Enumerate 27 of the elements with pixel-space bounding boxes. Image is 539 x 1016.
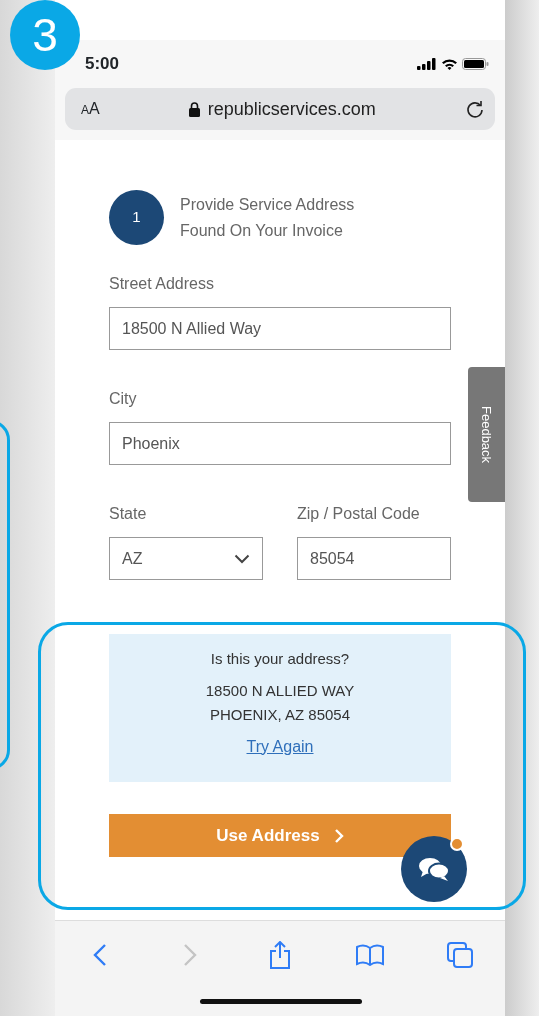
confirmation-question: Is this your address? <box>209 649 351 669</box>
step-title: Provide Service Address Found On Your Invoice <box>180 194 356 241</box>
input-field[interactable]: 18500 N Allied Way <box>109 307 451 350</box>
signal-icon <box>417 58 437 70</box>
field-label: State <box>109 504 148 524</box>
chevron-right-icon <box>333 827 344 844</box>
chat-bubbles-icon <box>418 856 450 882</box>
confirmed-address: 18500 N ALLIED WAY PHOENIX, AZ 85054 <box>204 680 356 725</box>
reload-icon[interactable] <box>465 99 485 119</box>
state-select[interactable]: AZ <box>109 537 263 580</box>
chevron-down-icon <box>234 553 250 564</box>
input-field[interactable]: Phoenix <box>109 422 451 465</box>
text-size-button[interactable]: AA <box>81 97 100 121</box>
url-text: republicservices.com <box>207 97 376 121</box>
feedback-tab[interactable]: Feedback <box>468 367 505 502</box>
step-number: 1 <box>109 190 164 245</box>
field-label: Street Address <box>109 274 215 294</box>
status-time: 5:00 <box>85 53 120 76</box>
tabs-icon[interactable] <box>445 939 475 971</box>
address-bar[interactable]: AA republicservices.com <box>65 88 495 130</box>
field-label: Zip / Postal Code <box>297 504 421 524</box>
input-field[interactable]: 85054 <box>297 537 451 580</box>
battery-icon <box>462 58 489 70</box>
wifi-icon <box>441 58 458 70</box>
field-label: City <box>109 389 138 409</box>
try-again-link[interactable]: Try Again <box>246 737 314 755</box>
lock-icon <box>188 101 200 117</box>
